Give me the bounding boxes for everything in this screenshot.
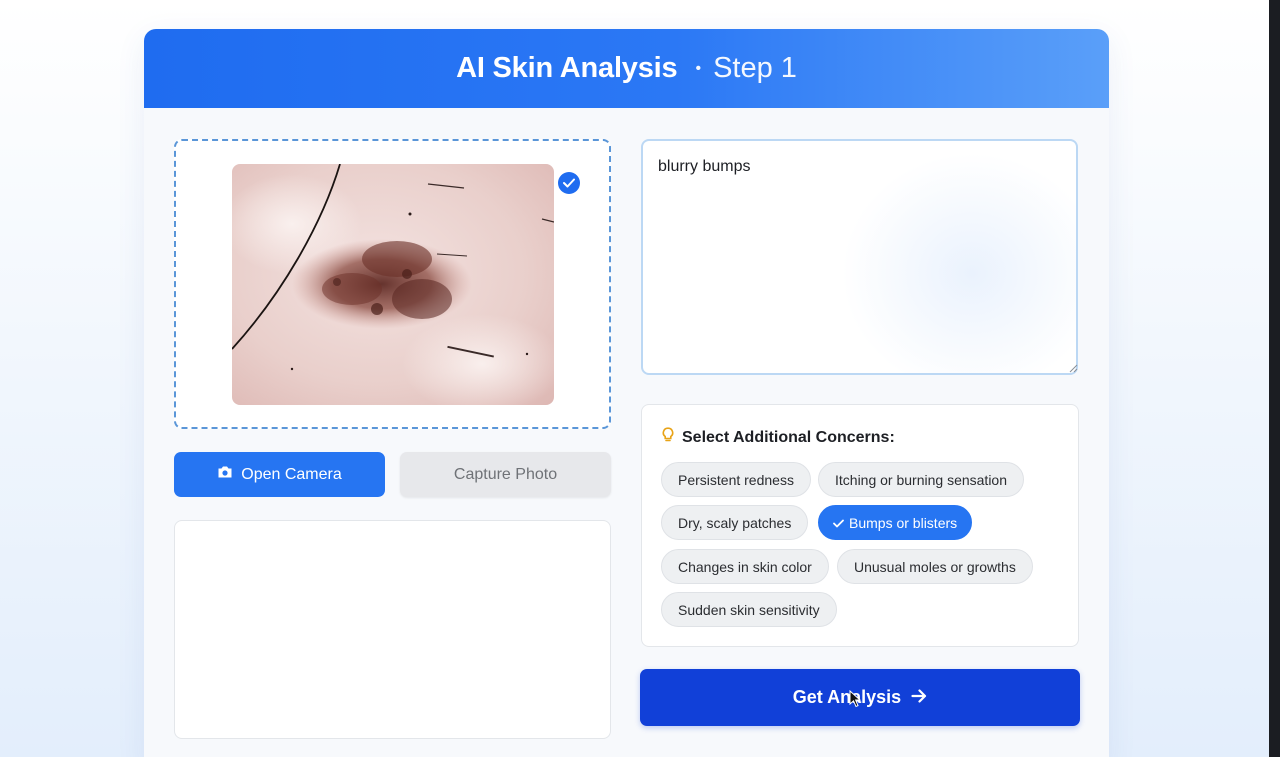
open-camera-button[interactable]: Open Camera <box>174 452 385 497</box>
mouse-pointer-icon <box>849 690 861 708</box>
concern-chip-itching[interactable]: Itching or burning sensation <box>818 462 1024 497</box>
concern-chip-dry-scaly[interactable]: Dry, scaly patches <box>661 505 809 540</box>
concern-chip-skin-color[interactable]: Changes in skin color <box>661 549 829 584</box>
window-edge <box>1269 0 1280 757</box>
image-upload-dropzone[interactable] <box>174 139 611 429</box>
page-title: AI Skin Analysis <box>456 52 678 84</box>
concerns-heading: Select Additional Concerns: <box>662 427 895 448</box>
arrow-right-icon <box>911 687 927 708</box>
concerns-heading-label: Select Additional Concerns: <box>682 428 895 446</box>
additional-concerns-panel: Select Additional Concerns: Persistent r… <box>641 404 1079 647</box>
chip-label: Changes in skin color <box>678 558 812 575</box>
camera-preview-panel <box>174 520 611 739</box>
chip-label: Itching or burning sensation <box>835 471 1007 488</box>
check-icon <box>833 515 844 531</box>
concern-chip-persistent-redness[interactable]: Persistent redness <box>661 462 811 497</box>
chip-label: Dry, scaly patches <box>678 514 792 531</box>
chip-label: Sudden skin sensitivity <box>678 601 820 618</box>
chip-label: Unusual moles or growths <box>854 558 1016 575</box>
chip-label: Persistent redness <box>678 471 794 488</box>
capture-photo-button[interactable]: Capture Photo <box>400 452 611 497</box>
lightbulb-icon <box>662 427 674 448</box>
resize-handle-icon[interactable] <box>1069 364 1078 373</box>
skin-analysis-card: AI Skin Analysis • Step 1 Open Camera Ca… <box>144 29 1109 757</box>
open-camera-label: Open Camera <box>241 465 342 483</box>
get-analysis-label: Get Analysis <box>792 687 902 707</box>
concern-chip-bumps-blisters[interactable]: Bumps or blisters <box>818 505 973 540</box>
concern-chip-sensitivity[interactable]: Sudden skin sensitivity <box>661 592 837 627</box>
camera-icon <box>217 465 233 484</box>
symptom-description-input[interactable]: blurry bumps <box>641 139 1078 375</box>
title-separator: • <box>695 59 702 77</box>
step-indicator: Step 1 <box>713 52 797 84</box>
uploaded-skin-image <box>232 164 554 405</box>
upload-success-check-icon <box>558 172 580 194</box>
concern-chip-moles-growths[interactable]: Unusual moles or growths <box>837 549 1033 584</box>
card-header: AI Skin Analysis • Step 1 <box>144 29 1109 108</box>
chip-label: Bumps or blisters <box>849 514 958 531</box>
